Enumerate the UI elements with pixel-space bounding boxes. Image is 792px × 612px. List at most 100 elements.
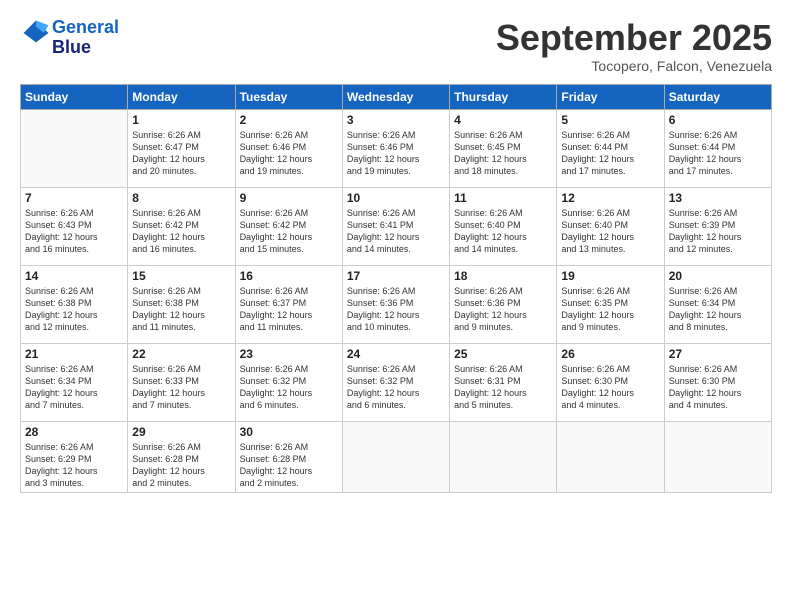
weekday-header-saturday: Saturday <box>664 84 771 109</box>
calendar-cell: 12 Sunrise: 6:26 AM Sunset: 6:40 PM Dayli… <box>557 187 664 265</box>
calendar-cell: 4 Sunrise: 6:26 AM Sunset: 6:45 PM Daylig… <box>450 109 557 187</box>
day-number: 13 <box>669 191 767 205</box>
day-info: Sunrise: 6:26 AM Sunset: 6:46 PM Dayligh… <box>240 129 338 178</box>
day-info: Sunrise: 6:26 AM Sunset: 6:42 PM Dayligh… <box>240 207 338 256</box>
day-info: Sunrise: 6:26 AM Sunset: 6:34 PM Dayligh… <box>25 363 123 412</box>
calendar-cell: 25 Sunrise: 6:26 AM Sunset: 6:31 PM Dayli… <box>450 343 557 421</box>
day-number: 19 <box>561 269 659 283</box>
day-number: 15 <box>132 269 230 283</box>
calendar-cell: 15 Sunrise: 6:26 AM Sunset: 6:38 PM Dayli… <box>128 265 235 343</box>
calendar-cell <box>21 109 128 187</box>
calendar-cell: 26 Sunrise: 6:26 AM Sunset: 6:30 PM Dayli… <box>557 343 664 421</box>
day-number: 20 <box>669 269 767 283</box>
logo: General Blue <box>20 18 119 58</box>
location-subtitle: Tocopero, Falcon, Venezuela <box>496 58 772 74</box>
day-number: 12 <box>561 191 659 205</box>
calendar-cell: 20 Sunrise: 6:26 AM Sunset: 6:34 PM Dayli… <box>664 265 771 343</box>
day-number: 23 <box>240 347 338 361</box>
logo-blue: Blue <box>52 38 119 58</box>
calendar-cell: 14Sunrise: 6:26 AM Sunset: 6:38 PM Dayli… <box>21 265 128 343</box>
weekday-header-tuesday: Tuesday <box>235 84 342 109</box>
day-info: Sunrise: 6:26 AM Sunset: 6:30 PM Dayligh… <box>561 363 659 412</box>
calendar-cell: 1 Sunrise: 6:26 AM Sunset: 6:47 PM Daylig… <box>128 109 235 187</box>
day-number: 2 <box>240 113 338 127</box>
calendar-cell: 7 Sunrise: 6:26 AM Sunset: 6:43 PM Daylig… <box>21 187 128 265</box>
day-info: Sunrise: 6:26 AM Sunset: 6:40 PM Dayligh… <box>454 207 552 256</box>
calendar-cell: 13Sunrise: 6:26 AM Sunset: 6:39 PM Dayli… <box>664 187 771 265</box>
calendar-cell: 8 Sunrise: 6:26 AM Sunset: 6:42 PM Daylig… <box>128 187 235 265</box>
calendar-cell: 5 Sunrise: 6:26 AM Sunset: 6:44 PM Daylig… <box>557 109 664 187</box>
day-number: 10 <box>347 191 445 205</box>
calendar-cell: 21 Sunrise: 6:26 AM Sunset: 6:34 PM Dayli… <box>21 343 128 421</box>
calendar-cell: 30Sunrise: 6:26 AM Sunset: 6:28 PM Dayli… <box>235 421 342 493</box>
day-info: Sunrise: 6:26 AM Sunset: 6:28 PM Dayligh… <box>240 441 338 490</box>
day-info: Sunrise: 6:26 AM Sunset: 6:36 PM Dayligh… <box>454 285 552 334</box>
day-number: 8 <box>132 191 230 205</box>
title-block: September 2025 Tocopero, Falcon, Venezue… <box>496 18 772 74</box>
day-number: 1 <box>132 113 230 127</box>
calendar-cell: 29 Sunrise: 6:26 AM Sunset: 6:28 PM Dayli… <box>128 421 235 493</box>
weekday-header-wednesday: Wednesday <box>342 84 449 109</box>
day-info: Sunrise: 6:26 AM Sunset: 6:36 PM Dayligh… <box>347 285 445 334</box>
day-number: 9 <box>240 191 338 205</box>
day-info: Sunrise: 6:26 AM Sunset: 6:42 PM Dayligh… <box>132 207 230 256</box>
day-info: Sunrise: 6:26 AM Sunset: 6:33 PM Dayligh… <box>132 363 230 412</box>
day-info: Sunrise: 6:26 AM Sunset: 6:38 PM Dayligh… <box>132 285 230 334</box>
calendar-cell: 17 Sunrise: 6:26 AM Sunset: 6:36 PM Dayli… <box>342 265 449 343</box>
day-info: Sunrise: 6:26 AM Sunset: 6:32 PM Dayligh… <box>240 363 338 412</box>
calendar-cell <box>450 421 557 493</box>
day-info: Sunrise: 6:26 AM Sunset: 6:40 PM Dayligh… <box>561 207 659 256</box>
day-info: Sunrise: 6:26 AM Sunset: 6:43 PM Dayligh… <box>25 207 123 256</box>
day-info: Sunrise: 6:26 AM Sunset: 6:44 PM Dayligh… <box>561 129 659 178</box>
day-info: Sunrise: 6:26 AM Sunset: 6:46 PM Dayligh… <box>347 129 445 178</box>
day-number: 21 <box>25 347 123 361</box>
day-number: 24 <box>347 347 445 361</box>
calendar-cell: 19 Sunrise: 6:26 AM Sunset: 6:35 PM Dayli… <box>557 265 664 343</box>
calendar-cell: 3 Sunrise: 6:26 AM Sunset: 6:46 PM Daylig… <box>342 109 449 187</box>
day-info: Sunrise: 6:26 AM Sunset: 6:45 PM Dayligh… <box>454 129 552 178</box>
calendar-cell: 6 Sunrise: 6:26 AM Sunset: 6:44 PM Daylig… <box>664 109 771 187</box>
day-info: Sunrise: 6:26 AM Sunset: 6:44 PM Dayligh… <box>669 129 767 178</box>
calendar-cell: 10 Sunrise: 6:26 AM Sunset: 6:41 PM Dayli… <box>342 187 449 265</box>
day-info: Sunrise: 6:26 AM Sunset: 6:30 PM Dayligh… <box>669 363 767 412</box>
day-info: Sunrise: 6:26 AM Sunset: 6:28 PM Dayligh… <box>132 441 230 490</box>
calendar-cell: 22 Sunrise: 6:26 AM Sunset: 6:33 PM Dayli… <box>128 343 235 421</box>
day-info: Sunrise: 6:26 AM Sunset: 6:35 PM Dayligh… <box>561 285 659 334</box>
day-number: 27 <box>669 347 767 361</box>
day-number: 4 <box>454 113 552 127</box>
calendar-cell: 16Sunrise: 6:26 AM Sunset: 6:37 PM Dayli… <box>235 265 342 343</box>
weekday-header-sunday: Sunday <box>21 84 128 109</box>
day-number: 6 <box>669 113 767 127</box>
day-number: 17 <box>347 269 445 283</box>
page: General Blue September 2025 Tocopero, Fa… <box>0 0 792 503</box>
day-number: 25 <box>454 347 552 361</box>
calendar-cell: 24 Sunrise: 6:26 AM Sunset: 6:32 PM Dayli… <box>342 343 449 421</box>
calendar-cell: 23 Sunrise: 6:26 AM Sunset: 6:32 PM Dayli… <box>235 343 342 421</box>
day-number: 7 <box>25 191 123 205</box>
calendar-cell: 2 Sunrise: 6:26 AM Sunset: 6:46 PM Daylig… <box>235 109 342 187</box>
weekday-header-monday: Monday <box>128 84 235 109</box>
day-number: 22 <box>132 347 230 361</box>
day-info: Sunrise: 6:26 AM Sunset: 6:29 PM Dayligh… <box>25 441 123 490</box>
day-number: 3 <box>347 113 445 127</box>
day-number: 5 <box>561 113 659 127</box>
header: General Blue September 2025 Tocopero, Fa… <box>20 18 772 74</box>
calendar-cell: 27 Sunrise: 6:26 AM Sunset: 6:30 PM Dayli… <box>664 343 771 421</box>
day-info: Sunrise: 6:26 AM Sunset: 6:47 PM Dayligh… <box>132 129 230 178</box>
day-number: 29 <box>132 425 230 439</box>
day-number: 14 <box>25 269 123 283</box>
day-number: 16 <box>240 269 338 283</box>
day-info: Sunrise: 6:26 AM Sunset: 6:34 PM Dayligh… <box>669 285 767 334</box>
month-title: September 2025 <box>496 18 772 58</box>
day-number: 26 <box>561 347 659 361</box>
weekday-header-friday: Friday <box>557 84 664 109</box>
day-info: Sunrise: 6:26 AM Sunset: 6:41 PM Dayligh… <box>347 207 445 256</box>
calendar-cell <box>342 421 449 493</box>
calendar-table: SundayMondayTuesdayWednesdayThursdayFrid… <box>20 84 772 494</box>
calendar-cell <box>557 421 664 493</box>
day-info: Sunrise: 6:26 AM Sunset: 6:32 PM Dayligh… <box>347 363 445 412</box>
day-info: Sunrise: 6:26 AM Sunset: 6:31 PM Dayligh… <box>454 363 552 412</box>
weekday-header-thursday: Thursday <box>450 84 557 109</box>
day-number: 18 <box>454 269 552 283</box>
day-number: 11 <box>454 191 552 205</box>
